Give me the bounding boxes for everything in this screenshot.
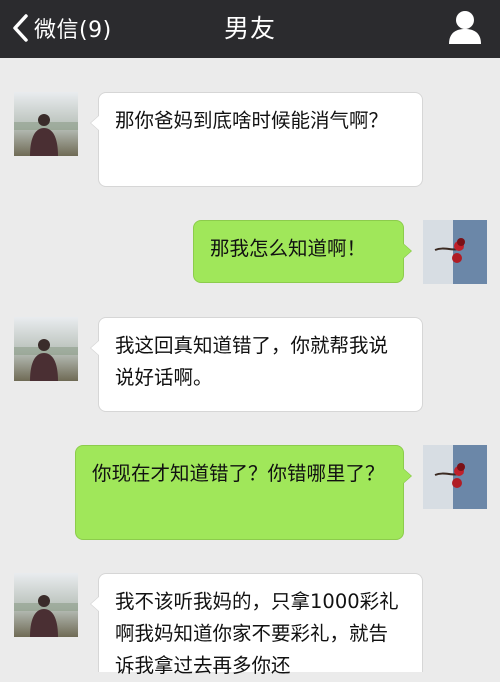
outgoing-message: 你现在才知道错了？你错哪里了？ [75,445,412,540]
profile-button[interactable] [448,9,482,45]
my-avatar[interactable] [423,220,487,284]
contact-avatar[interactable] [14,317,78,381]
contact-avatar[interactable] [14,92,78,156]
person-icon [449,11,481,44]
incoming-message: 那你爸妈到底啥时候能消气啊？ [90,92,423,187]
chat-header: 微信(9) 男友 [0,0,500,58]
message-text: 那你爸妈到底啥时候能消气啊？ [115,109,389,132]
chat-title: 男友 [223,14,276,43]
my-avatar[interactable] [423,445,487,509]
contact-avatar[interactable] [14,573,78,637]
message-text: 我不该听我妈的，只拿1000彩礼啊我妈知道你家不要彩礼，就告诉我拿过去再多你还 [115,590,399,677]
message-text: 我这回真知道错了，你就帮我说说好话啊。 [115,334,389,389]
message-text: 那我怎么知道啊！ [210,237,367,260]
incoming-message: 我不该听我妈的，只拿1000彩礼啊我妈知道你家不要彩礼，就告诉我拿过去再多你还 [90,573,423,677]
message-text: 你现在才知道错了？你错哪里了？ [92,462,385,485]
incoming-message: 我这回真知道错了，你就帮我说说好话啊。 [90,317,423,412]
outgoing-message: 那我怎么知道啊！ [193,220,412,283]
